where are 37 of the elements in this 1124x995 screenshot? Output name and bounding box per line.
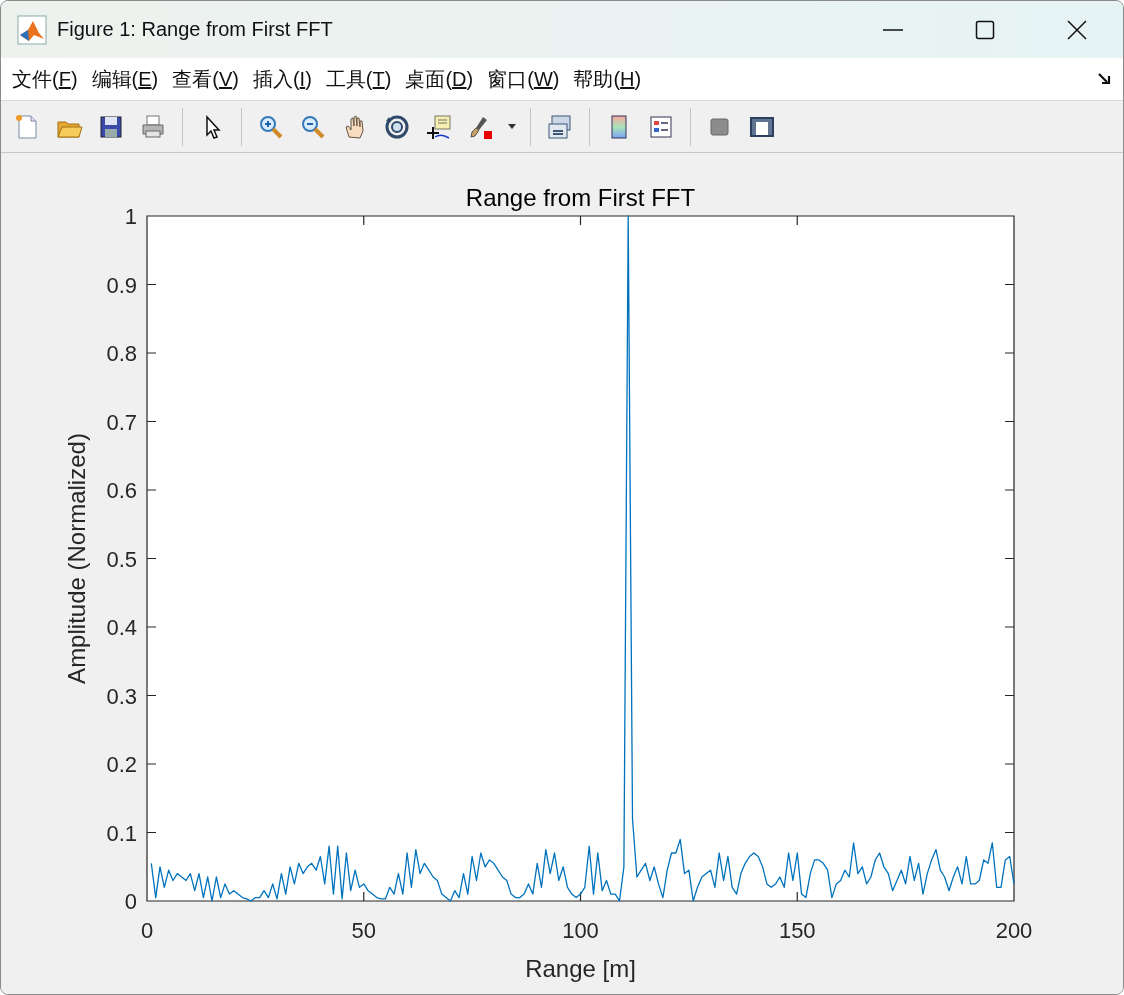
tick-label: 0.9 (106, 272, 137, 298)
menu-item[interactable]: 文件(F) (5, 61, 85, 97)
tick-label: 0.7 (106, 409, 137, 435)
axis-label: Amplitude (Normalized) (63, 433, 90, 684)
tick-label: 0 (124, 889, 137, 914)
tick-label: 0 (140, 918, 154, 943)
menu-item[interactable]: 桌面(D) (398, 61, 481, 97)
tick-label: 50 (351, 918, 376, 943)
window-title: Figure 1: Range from First FFT (57, 18, 334, 41)
menu-item[interactable]: 窗口(W) (480, 61, 567, 97)
tick-label: 100 (562, 918, 599, 943)
tick-label: 0.2 (106, 752, 137, 777)
tick-label: 0.6 (106, 478, 137, 503)
menu-item[interactable]: 插入(I) (245, 61, 319, 97)
tick-label: 0.3 (106, 683, 137, 709)
link-icon (546, 112, 574, 141)
chart-title: Range from First FFT (465, 184, 696, 211)
tick-label: 1 (124, 204, 137, 229)
tick-label: 0.5 (106, 546, 137, 572)
close-icon (1067, 19, 1087, 40)
maximize-icon (975, 19, 995, 40)
menu-item[interactable]: 工具(T) (318, 61, 399, 97)
menu-item[interactable]: 编辑(E) (84, 61, 166, 97)
tick-label: 0.1 (106, 820, 137, 846)
menu-item[interactable]: 帮助(H) (566, 61, 649, 97)
caret-icon (508, 124, 516, 129)
data-cursor-icon (425, 112, 453, 141)
tick-label: 150 (778, 918, 816, 943)
print-icon (139, 112, 167, 141)
menu-item[interactable]: 查看(V) (165, 61, 246, 97)
tick-label: 0.4 (106, 615, 137, 640)
peak-logo-icon (17, 14, 47, 45)
axis-label: Range [m] (525, 955, 636, 982)
dock-arrow-icon[interactable] (1097, 71, 1113, 87)
tick-label: 0.8 (106, 341, 137, 366)
tick-label: 200 (995, 918, 1033, 943)
minimize-icon (883, 28, 903, 31)
